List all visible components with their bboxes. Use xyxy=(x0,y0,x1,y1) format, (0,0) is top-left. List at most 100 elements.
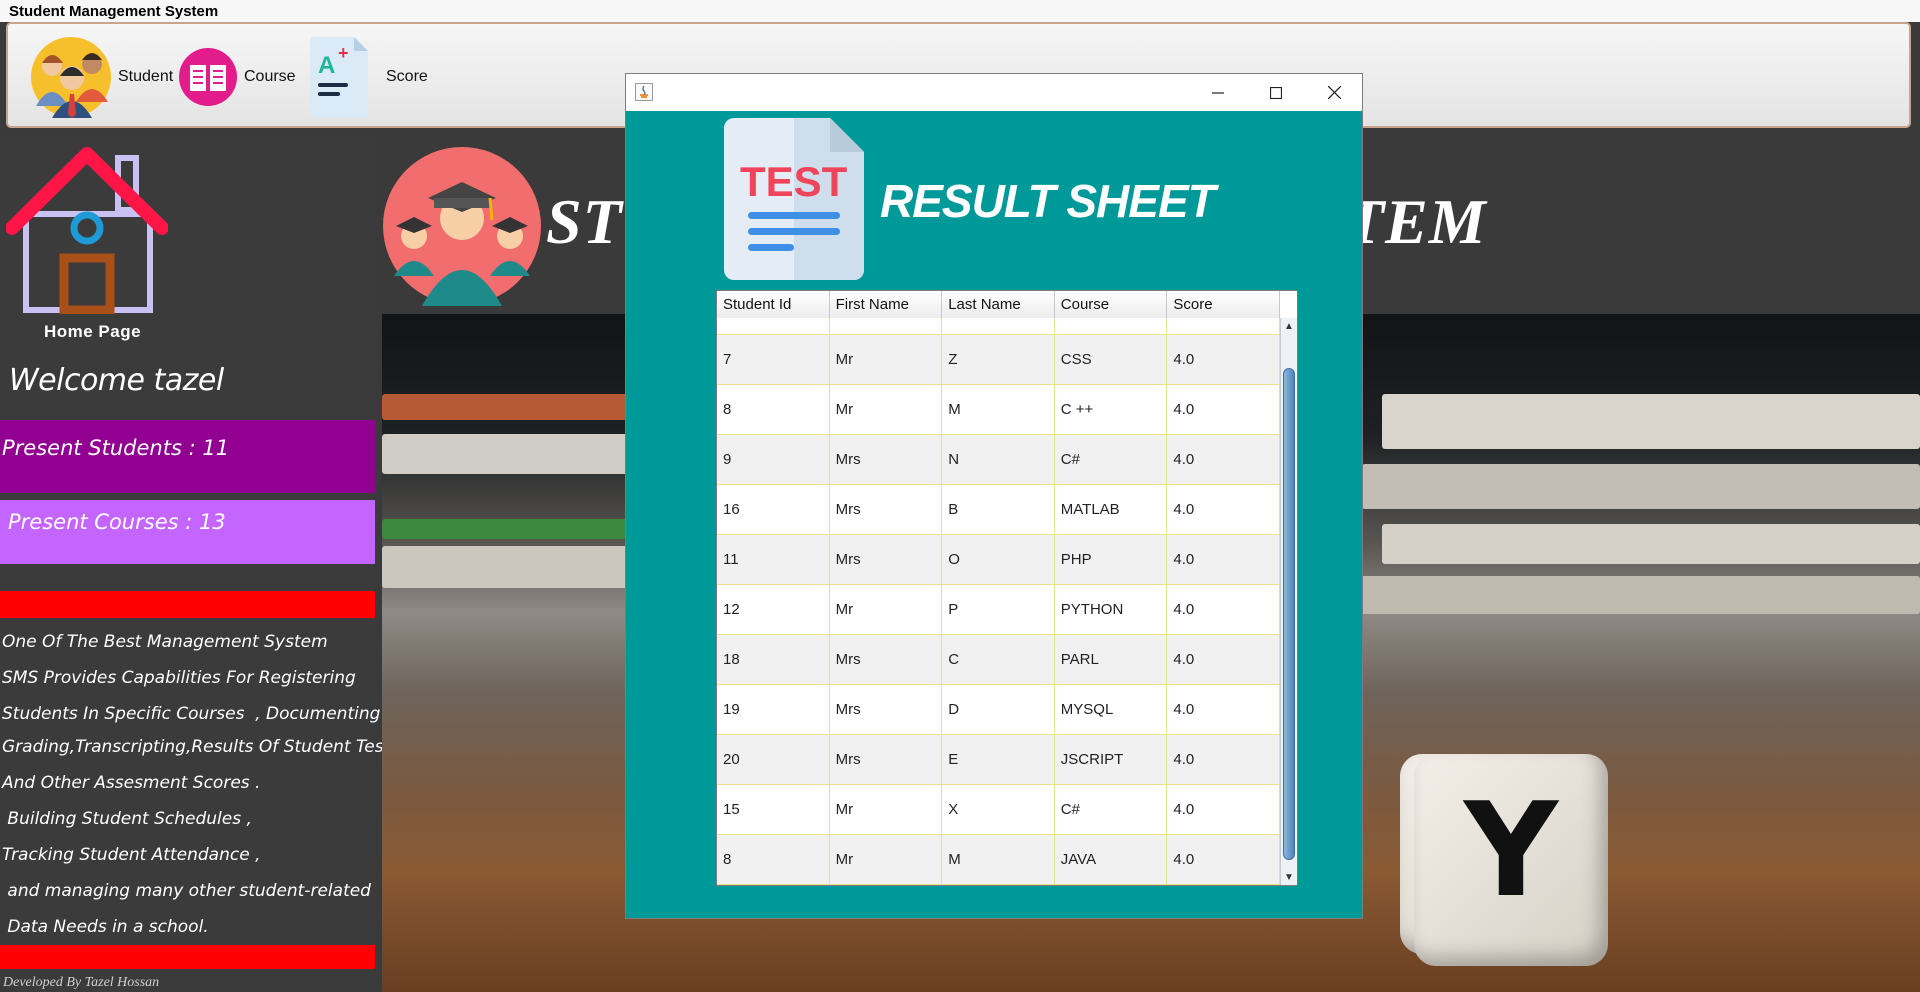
test-icon-text: TEST xyxy=(740,158,848,205)
cell-student-id[interactable]: 19 xyxy=(717,685,830,734)
cell-course[interactable]: MYSQL xyxy=(1055,685,1168,734)
cell-score[interactable]: 4.0 xyxy=(1167,385,1280,434)
cell-student-id[interactable]: 11 xyxy=(717,535,830,584)
table-row[interactable]: 8 Mr M C ++ 4.0 xyxy=(717,385,1280,435)
cell-first-name[interactable]: Mr xyxy=(830,385,943,434)
table-row[interactable]: 20 Mrs E JSCRIPT 4.0 xyxy=(717,735,1280,785)
table-row[interactable]: 16 Mrs B MATLAB 4.0 xyxy=(717,485,1280,535)
cell-student-id[interactable]: 15 xyxy=(717,785,830,834)
cell-score[interactable]: 4.0 xyxy=(1167,835,1280,884)
table-row[interactable] xyxy=(717,318,1280,335)
toolbar-course-button[interactable]: Course xyxy=(178,32,296,122)
table-row[interactable]: 7 Mr Z CSS 4.0 xyxy=(717,335,1280,385)
cell-last-name[interactable]: M xyxy=(942,385,1055,434)
cell-course[interactable]: CSS xyxy=(1055,335,1168,384)
graduates-icon xyxy=(383,147,541,306)
table-row[interactable]: 11 Mrs O PHP 4.0 xyxy=(717,535,1280,585)
vertical-scrollbar[interactable]: ▲ ▼ xyxy=(1280,318,1297,885)
cell-score[interactable]: 4.0 xyxy=(1167,635,1280,684)
cell-first-name[interactable]: Mrs xyxy=(830,685,943,734)
table-row[interactable]: 18 Mrs C PARL 4.0 xyxy=(717,635,1280,685)
cell-score[interactable]: 4.0 xyxy=(1167,435,1280,484)
cell-score[interactable]: 4.0 xyxy=(1167,785,1280,834)
cell-last-name[interactable]: C xyxy=(942,635,1055,684)
column-header-student-id[interactable]: Student Id xyxy=(717,291,830,318)
cell-course[interactable]: PARL xyxy=(1055,635,1168,684)
welcome-text: Welcome tazel xyxy=(9,363,224,398)
cell-first-name[interactable]: Mrs xyxy=(830,435,943,484)
column-header-course[interactable]: Course xyxy=(1055,291,1168,318)
cell-student-id[interactable]: 20 xyxy=(717,735,830,784)
cell-last-name[interactable]: N xyxy=(942,435,1055,484)
dice-letter: Y xyxy=(1463,774,1559,926)
cell-first-name[interactable]: Mrs xyxy=(830,735,943,784)
cell-student-id[interactable]: 9 xyxy=(717,435,830,484)
toolbar-score-button[interactable]: A + Score xyxy=(308,32,428,122)
cell-first-name[interactable]: Mrs xyxy=(830,635,943,684)
cell-course[interactable]: MATLAB xyxy=(1055,485,1168,534)
scroll-up-button[interactable]: ▲ xyxy=(1281,318,1297,334)
cell-student-id[interactable]: 12 xyxy=(717,585,830,634)
book-spine xyxy=(1352,576,1920,614)
column-header-score[interactable]: Score xyxy=(1167,291,1280,318)
home-button[interactable] xyxy=(5,144,169,319)
table-row[interactable]: 12 Mr P PYTHON 4.0 xyxy=(717,585,1280,635)
cell-score[interactable]: 4.0 xyxy=(1167,535,1280,584)
cell-score[interactable]: 4.0 xyxy=(1167,335,1280,384)
table-row[interactable]: 9 Mrs N C# 4.0 xyxy=(717,435,1280,485)
description-line: and managing many other student-related xyxy=(2,881,371,901)
table-row[interactable]: 15 Mr X C# 4.0 xyxy=(717,785,1280,835)
cell-first-name[interactable]: Mrs xyxy=(830,535,943,584)
description-line: Data Needs in a school. xyxy=(2,917,209,937)
dice-cube: Y xyxy=(1414,754,1608,966)
cell-first-name[interactable]: Mr xyxy=(830,785,943,834)
cell-last-name[interactable]: Z xyxy=(942,335,1055,384)
cell-last-name[interactable]: E xyxy=(942,735,1055,784)
cell-score[interactable]: 4.0 xyxy=(1167,735,1280,784)
table-row[interactable]: 8 Mr M JAVA 4.0 xyxy=(717,835,1280,885)
cell-course[interactable]: JSCRIPT xyxy=(1055,735,1168,784)
present-students-panel: Present Students : 11 xyxy=(0,420,375,493)
cell-score[interactable]: 4.0 xyxy=(1167,685,1280,734)
cell-last-name[interactable]: X xyxy=(942,785,1055,834)
cell-course[interactable]: C ++ xyxy=(1055,385,1168,434)
cell-first-name[interactable]: Mrs xyxy=(830,485,943,534)
cell-student-id[interactable]: 16 xyxy=(717,485,830,534)
cell-first-name[interactable]: Mr xyxy=(830,585,943,634)
cell-course[interactable]: PHP xyxy=(1055,535,1168,584)
cell-score[interactable]: 4.0 xyxy=(1167,485,1280,534)
cell-last-name[interactable]: P xyxy=(942,585,1055,634)
cell-course[interactable]: JAVA xyxy=(1055,835,1168,884)
scroll-down-button[interactable]: ▼ xyxy=(1281,869,1297,885)
close-button[interactable] xyxy=(1305,74,1363,111)
cell-student-id[interactable]: 8 xyxy=(717,385,830,434)
cell-last-name[interactable]: D xyxy=(942,685,1055,734)
results-table: Student Id First Name Last Name Course S… xyxy=(716,290,1298,886)
cell-last-name[interactable]: B xyxy=(942,485,1055,534)
cell-student-id[interactable]: 18 xyxy=(717,635,830,684)
maximize-button[interactable] xyxy=(1247,74,1305,111)
toolbar-student-label: Student xyxy=(118,68,174,85)
toolbar-student-button[interactable]: Student xyxy=(30,32,173,122)
column-header-last-name[interactable]: Last Name xyxy=(942,291,1055,318)
scrollbar-thumb[interactable] xyxy=(1283,368,1295,860)
minimize-button[interactable] xyxy=(1189,74,1247,111)
cell-first-name[interactable]: Mr xyxy=(830,335,943,384)
cell-student-id[interactable]: 8 xyxy=(717,835,830,884)
students-icon xyxy=(31,37,111,118)
table-row[interactable]: 19 Mrs D MYSQL 4.0 xyxy=(717,685,1280,735)
cell-last-name[interactable]: O xyxy=(942,535,1055,584)
window-title: Student Management System xyxy=(9,3,219,20)
column-header-first-name[interactable]: First Name xyxy=(830,291,943,318)
toolbar-course-label: Course xyxy=(244,68,296,85)
grade-icon: A + xyxy=(310,37,368,117)
book-spine xyxy=(1362,464,1920,509)
cell-score[interactable]: 4.0 xyxy=(1167,585,1280,634)
cell-course[interactable]: PYTHON xyxy=(1055,585,1168,634)
cell-last-name[interactable]: M xyxy=(942,835,1055,884)
cell-course[interactable]: C# xyxy=(1055,785,1168,834)
cell-first-name[interactable]: Mr xyxy=(830,835,943,884)
cell-course[interactable]: C# xyxy=(1055,435,1168,484)
table-header: Student Id First Name Last Name Course S… xyxy=(717,291,1280,319)
cell-student-id[interactable]: 7 xyxy=(717,335,830,384)
